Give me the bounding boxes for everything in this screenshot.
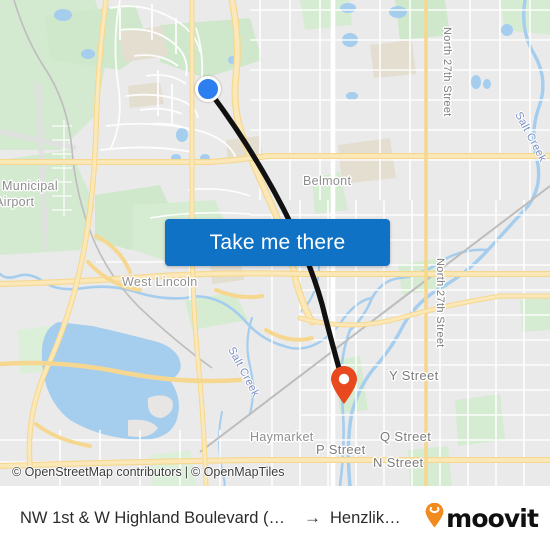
attribution-osm[interactable]: © OpenStreetMap contributors [12, 465, 182, 479]
destination-pin[interactable] [329, 365, 359, 405]
trip-summary: NW 1st & W Highland Boulevard (Northe… →… [20, 508, 417, 528]
moovit-wordmark: moovit [446, 503, 539, 533]
arrow-right-icon: → [304, 508, 321, 527]
moovit-logo[interactable]: moovit [425, 502, 539, 533]
moovit-trip-preview: Municipal Airport Belmont West Lincoln H… [0, 0, 550, 550]
trip-destination-label: Henzlik… [330, 508, 401, 527]
attribution-tiles[interactable]: © OpenMapTiles [191, 465, 285, 479]
bottom-bar: NW 1st & W Highland Boulevard (Northe… →… [0, 486, 550, 550]
moovit-pin-icon [425, 502, 444, 533]
map-attribution: © OpenStreetMap contributors | © OpenMapTi… [0, 465, 550, 479]
trip-origin-label: NW 1st & W Highland Boulevard (Northe… [20, 508, 295, 527]
origin-marker[interactable] [195, 76, 221, 102]
map-canvas[interactable]: Municipal Airport Belmont West Lincoln H… [0, 0, 550, 486]
take-me-there-button[interactable]: Take me there [165, 219, 390, 266]
attribution-separator: | [184, 465, 188, 479]
